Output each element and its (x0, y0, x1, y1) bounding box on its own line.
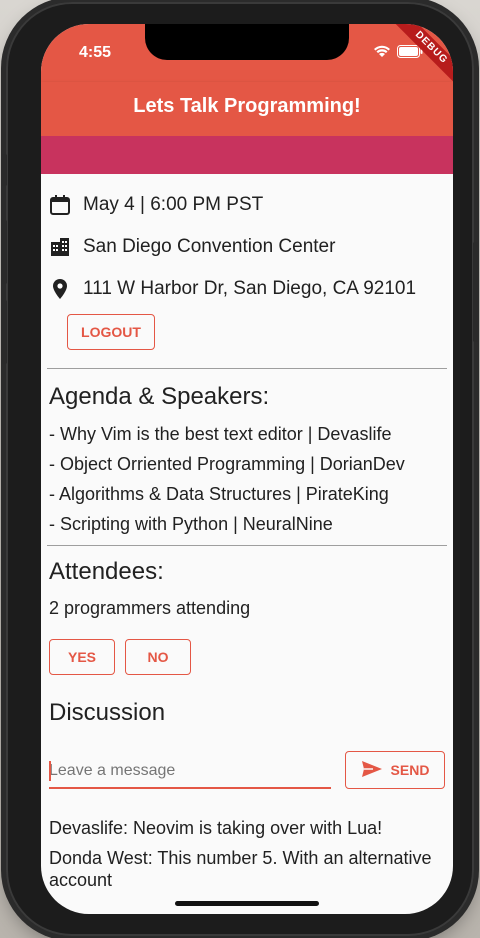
message-list: Devaslife: Neovim is taking over with Lu… (49, 817, 445, 891)
message-compose-row: SEND (49, 751, 445, 807)
event-address: 111 W Harbor Dr, San Diego, CA 92101 (83, 278, 417, 299)
message-item: Donda West: This number 5. With an alter… (49, 848, 432, 890)
message-item: Devaslife: Neovim is taking over with Lu… (49, 818, 383, 838)
phone-frame: 4:55 DEBUG Lets Talk Programming! May 4 … (2, 2, 478, 936)
power-button (473, 242, 478, 342)
home-indicator (175, 901, 319, 906)
agenda-item: - Algorithms & Data Structures | PirateK… (49, 484, 389, 504)
send-button[interactable]: SEND (345, 751, 445, 789)
no-button[interactable]: NO (125, 639, 191, 675)
agenda-item: - Why Vim is the best text editor | Deva… (49, 424, 392, 444)
divider (47, 368, 447, 369)
volume-up-button (2, 220, 7, 284)
send-icon (361, 760, 383, 781)
event-venue: San Diego Convention Center (83, 236, 336, 257)
event-date-row: May 4 | 6:00 PM PST (49, 184, 445, 226)
event-banner (41, 136, 453, 174)
mute-switch (2, 154, 7, 186)
agenda-item: - Object Orriented Programming | DorianD… (49, 454, 405, 474)
send-label: SEND (390, 762, 430, 778)
rsvp-buttons: YES NO (49, 639, 445, 675)
discussion-title: Discussion (49, 699, 166, 726)
building-icon (49, 236, 71, 258)
volume-down-button (2, 300, 7, 364)
app-title: Lets Talk Programming! (133, 95, 361, 117)
agenda-list: - Why Vim is the best text editor | Deva… (49, 419, 445, 539)
event-venue-row: San Diego Convention Center (49, 226, 445, 268)
attendees-title: Attendees: (49, 558, 164, 585)
logout-row: LOGOUT (49, 310, 445, 356)
event-address-row: 111 W Harbor Dr, San Diego, CA 92101 (49, 268, 445, 310)
message-input[interactable] (49, 755, 331, 789)
attendees-count: 2 programmers attending (49, 598, 251, 618)
yes-button[interactable]: YES (49, 639, 115, 675)
divider (47, 545, 447, 546)
wifi-icon (373, 44, 391, 58)
location-pin-icon (49, 278, 71, 300)
status-time: 4:55 (79, 44, 112, 61)
status-icons (373, 44, 423, 58)
app-bar: Lets Talk Programming! (41, 82, 453, 136)
agenda-item: - Scripting with Python | NeuralNine (49, 514, 333, 534)
logout-button[interactable]: LOGOUT (67, 314, 155, 350)
calendar-icon (49, 194, 71, 216)
agenda-title: Agenda & Speakers: (49, 383, 270, 410)
event-content: May 4 | 6:00 PM PST San Diego Convention… (47, 174, 447, 891)
status-bar: 4:55 DEBUG (41, 24, 453, 91)
text-cursor (49, 761, 51, 781)
app-screen: 4:55 DEBUG Lets Talk Programming! May 4 … (41, 24, 453, 914)
event-date: May 4 | 6:00 PM PST (83, 194, 264, 215)
notch (145, 24, 349, 60)
